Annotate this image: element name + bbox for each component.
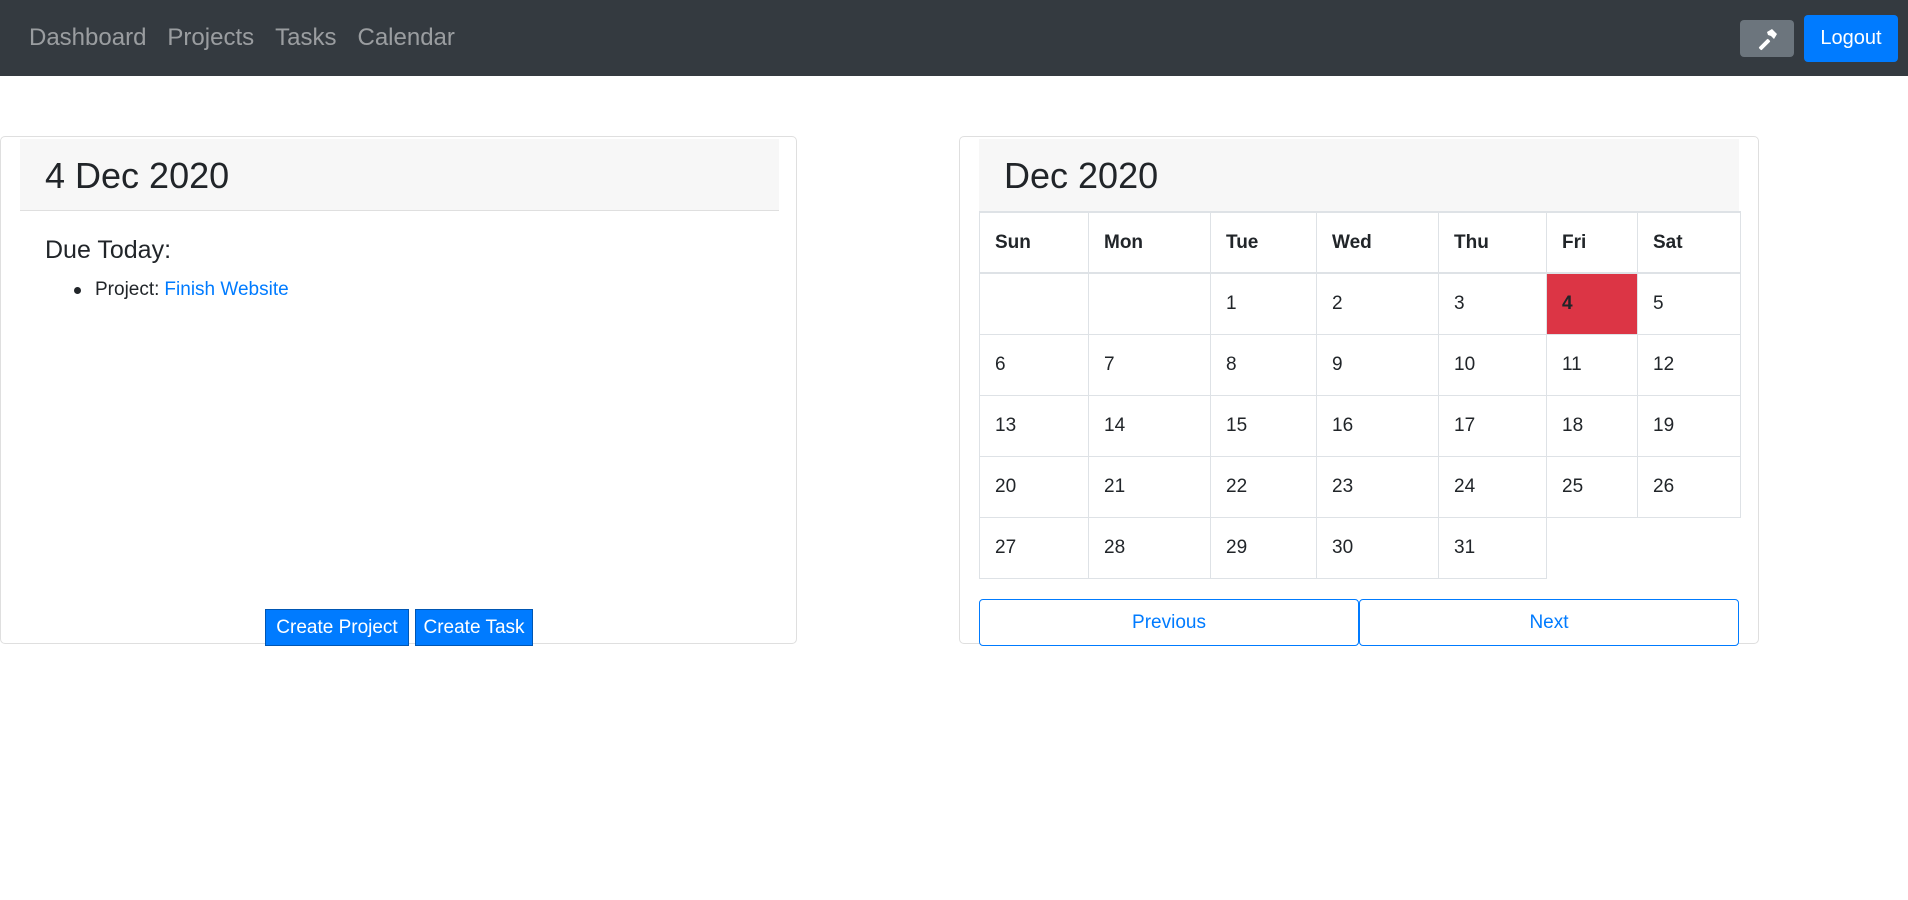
calendar-day-cell[interactable]: 17 bbox=[1438, 394, 1547, 457]
due-item-prefix: Project: bbox=[95, 279, 160, 300]
calendar-day-cell[interactable]: 14 bbox=[1088, 394, 1211, 457]
nav-link-calendar[interactable]: Calendar bbox=[357, 24, 454, 52]
calendar-day-cell[interactable]: 30 bbox=[1316, 516, 1439, 579]
hammer-icon bbox=[1758, 28, 1777, 50]
nav-link-tasks[interactable]: Tasks bbox=[275, 24, 336, 52]
weekday-header: Tue bbox=[1210, 211, 1317, 274]
weekday-header: Sun bbox=[979, 211, 1089, 274]
today-card: 4 Dec 2020 Due Today: Project: Finish We… bbox=[0, 136, 797, 646]
calendar-empty-cell bbox=[1547, 517, 1638, 578]
calendar-header: Dec 2020 bbox=[979, 139, 1739, 211]
calendar-day-cell[interactable]: 24 bbox=[1438, 455, 1547, 518]
create-project-button[interactable]: Create Project bbox=[265, 609, 409, 646]
today-date-title: 4 Dec 2020 bbox=[45, 155, 230, 196]
calendar-day-cell[interactable]: 21 bbox=[1088, 455, 1211, 518]
list-item: Project: Finish Website bbox=[60, 279, 289, 301]
calendar-day-cell[interactable]: 18 bbox=[1546, 394, 1638, 457]
calendar-empty-cell bbox=[1638, 517, 1741, 578]
calendar-empty-cell bbox=[1088, 272, 1211, 335]
create-buttons: Create Project Create Task bbox=[265, 609, 533, 646]
previous-month-button[interactable]: Previous bbox=[979, 599, 1359, 646]
calendar-nav: Previous Next bbox=[979, 599, 1739, 646]
calendar-day-cell[interactable]: 22 bbox=[1210, 455, 1317, 518]
bullet-icon bbox=[74, 286, 81, 294]
due-item-link[interactable]: Finish Website bbox=[164, 279, 288, 301]
calendar-today-cell[interactable]: 4 bbox=[1546, 272, 1638, 335]
calendar-day-cell[interactable]: 2 bbox=[1316, 272, 1439, 335]
nav-link-projects[interactable]: Projects bbox=[167, 24, 254, 52]
calendar-day-cell[interactable]: 1 bbox=[1210, 272, 1317, 335]
calendar-empty-cell bbox=[979, 272, 1089, 335]
due-today-list: Project: Finish Website bbox=[60, 279, 289, 301]
next-month-button[interactable]: Next bbox=[1359, 599, 1739, 646]
weekday-header: Wed bbox=[1316, 211, 1439, 274]
calendar-day-cell[interactable]: 19 bbox=[1637, 394, 1741, 457]
calendar-day-cell[interactable]: 29 bbox=[1210, 516, 1317, 579]
create-task-button[interactable]: Create Task bbox=[415, 609, 533, 646]
nav-right: Logout bbox=[1740, 15, 1898, 62]
calendar-week-row: 20 21 22 23 24 25 26 bbox=[979, 455, 1741, 518]
weekday-header: Thu bbox=[1438, 211, 1547, 274]
calendar-day-cell[interactable]: 13 bbox=[979, 394, 1089, 457]
top-navbar: Dashboard Projects Tasks Calendar Logout bbox=[0, 0, 1908, 76]
calendar-week-row: 13 14 15 16 17 18 19 bbox=[979, 394, 1741, 457]
calendar-month-title: Dec 2020 bbox=[1004, 155, 1159, 196]
calendar-week-row: 6 7 8 9 10 11 12 bbox=[979, 333, 1741, 396]
tools-button[interactable] bbox=[1740, 20, 1794, 57]
calendar-day-cell[interactable]: 20 bbox=[979, 455, 1089, 518]
calendar-table: Sun Mon Tue Wed Thu Fri Sat 1 2 3 4 5 6 bbox=[979, 211, 1741, 579]
calendar-day-cell[interactable]: 15 bbox=[1210, 394, 1317, 457]
nav-links: Dashboard Projects Tasks Calendar bbox=[29, 24, 476, 52]
calendar-day-cell[interactable]: 8 bbox=[1210, 333, 1317, 396]
calendar-day-cell[interactable]: 5 bbox=[1637, 272, 1741, 335]
calendar-day-cell[interactable]: 10 bbox=[1438, 333, 1547, 396]
calendar-day-cell[interactable]: 6 bbox=[979, 333, 1089, 396]
weekday-header-row: Sun Mon Tue Wed Thu Fri Sat bbox=[979, 211, 1741, 274]
nav-link-dashboard[interactable]: Dashboard bbox=[29, 24, 146, 52]
calendar-day-cell[interactable]: 31 bbox=[1438, 516, 1547, 579]
calendar-week-row: 1 2 3 4 5 bbox=[979, 272, 1741, 335]
calendar-day-cell[interactable]: 23 bbox=[1316, 455, 1439, 518]
calendar-card: Dec 2020 Sun Mon Tue Wed Thu Fri Sat 1 2 bbox=[959, 136, 1759, 646]
calendar-week-row: 27 28 29 30 31 bbox=[979, 516, 1741, 579]
weekday-header: Mon bbox=[1088, 211, 1211, 274]
today-card-header: 4 Dec 2020 bbox=[20, 139, 779, 211]
calendar-day-cell[interactable]: 3 bbox=[1438, 272, 1547, 335]
calendar-day-cell[interactable]: 28 bbox=[1088, 516, 1211, 579]
calendar-day-cell[interactable]: 25 bbox=[1546, 455, 1638, 518]
weekday-header: Fri bbox=[1546, 211, 1638, 274]
calendar-day-cell[interactable]: 12 bbox=[1637, 333, 1741, 396]
calendar-day-cell[interactable]: 26 bbox=[1637, 455, 1741, 518]
calendar-day-cell[interactable]: 7 bbox=[1088, 333, 1211, 396]
calendar-day-cell[interactable]: 11 bbox=[1546, 333, 1638, 396]
calendar-day-cell[interactable]: 16 bbox=[1316, 394, 1439, 457]
calendar-day-cell[interactable]: 9 bbox=[1316, 333, 1439, 396]
logout-button[interactable]: Logout bbox=[1804, 15, 1898, 62]
weekday-header: Sat bbox=[1637, 211, 1741, 274]
calendar-day-cell[interactable]: 27 bbox=[979, 516, 1089, 579]
due-today-heading: Due Today: bbox=[45, 236, 172, 264]
